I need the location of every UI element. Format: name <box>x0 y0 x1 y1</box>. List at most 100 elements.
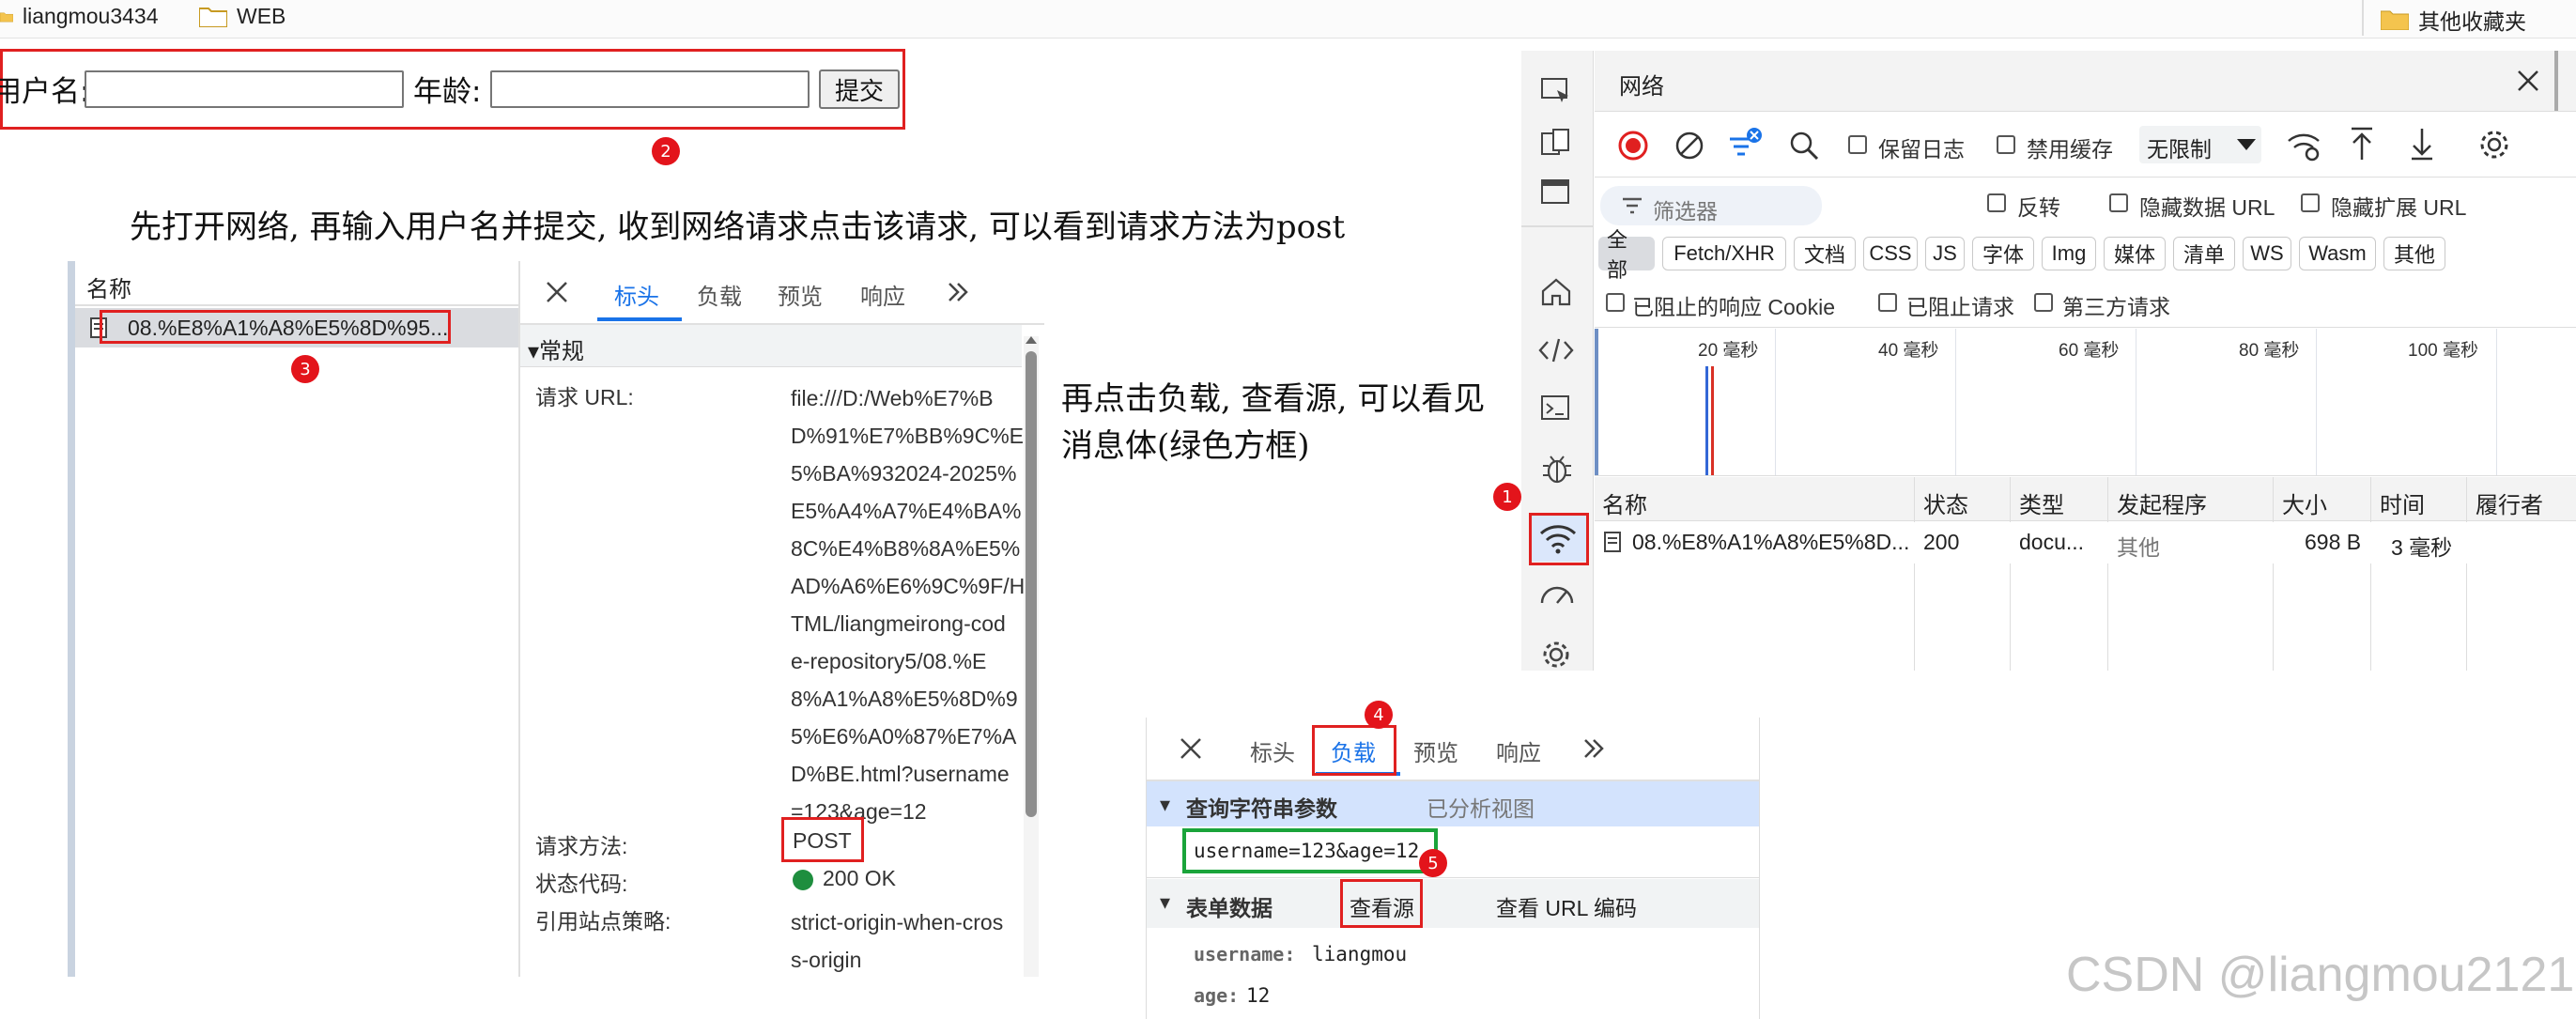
hide-data-url-label: 隐藏数据 URL <box>2139 195 2275 220</box>
age-input[interactable] <box>490 70 810 108</box>
inspect-icon[interactable] <box>1540 77 1572 105</box>
bookmark-item[interactable]: liangmou3434 <box>0 4 159 29</box>
username-input[interactable] <box>85 70 404 108</box>
bug-icon[interactable] <box>1540 453 1574 485</box>
tab-preview[interactable]: 预览 <box>778 278 823 311</box>
disable-cache-label: 禁用缓存 <box>2027 137 2113 162</box>
timeline-overview: 20 毫秒 40 毫秒 60 毫秒 80 毫秒 100 毫秒 <box>1595 329 2576 476</box>
type-chip[interactable]: Fetch/XHR <box>1662 237 1786 270</box>
record-icon[interactable] <box>1617 130 1649 162</box>
step-badge-4: 4 <box>1365 701 1393 729</box>
type-chip[interactable]: JS <box>1925 237 1965 270</box>
device-toolbar-icon[interactable] <box>1540 128 1572 158</box>
type-chip[interactable]: Wasm <box>2299 237 2376 270</box>
bookmark-item[interactable]: WEB <box>199 4 285 29</box>
submit-button[interactable]: 提交 <box>819 69 900 109</box>
settings-gear-icon[interactable] <box>1540 639 1572 671</box>
active-tab-indicator <box>597 317 682 321</box>
type-chip[interactable]: 全部 <box>1598 228 1655 282</box>
bookmarks-bar: liangmou3434 WEB 其他收藏夹 <box>0 0 2576 39</box>
column-divider <box>2370 477 2371 671</box>
timeline-tick: 40 毫秒 <box>1878 341 1939 361</box>
column-header[interactable]: 履行者 <box>2476 486 2543 519</box>
field-key: age: <box>1194 984 1240 1007</box>
tab-headers[interactable]: 标头 <box>614 278 659 311</box>
console-icon[interactable] <box>1540 394 1572 423</box>
third-party-checkbox[interactable] <box>2034 293 2053 312</box>
type-chip[interactable]: 字体 <box>1972 237 2034 270</box>
network-toolbar: 保留日志 禁用缓存 无限制 <box>1595 113 2576 178</box>
column-divider <box>2010 477 2011 671</box>
close-icon[interactable] <box>1179 736 1203 761</box>
filter-icon[interactable] <box>1726 126 1766 162</box>
preserve-log-checkbox[interactable] <box>1848 135 1867 154</box>
throttle-select[interactable]: 无限制 <box>2139 126 2261 163</box>
column-header[interactable]: 时间 <box>2380 486 2425 519</box>
username-label: 用户名: <box>0 75 90 109</box>
form-data-section-header[interactable]: ▾ 表单数据 查看源 查看 URL 编码 <box>1147 879 1759 928</box>
blocked-requests-label: 已阻止请求 <box>1906 295 2014 319</box>
age-label: 年龄: <box>413 75 482 109</box>
scrollbar[interactable] <box>1024 336 1039 977</box>
tab-payload[interactable]: 负载 <box>697 278 742 311</box>
export-har-icon[interactable] <box>2408 126 2436 162</box>
table-header <box>1595 477 2576 521</box>
blocked-cookies-checkbox[interactable] <box>1606 293 1625 312</box>
network-settings-icon[interactable] <box>2477 128 2511 162</box>
clear-icon[interactable] <box>1674 130 1705 162</box>
blocked-requests-checkbox[interactable] <box>1878 293 1897 312</box>
column-header[interactable]: 类型 <box>2019 486 2064 519</box>
tab-headers[interactable]: 标头 <box>1250 734 1295 767</box>
general-section-header[interactable]: ▾常规 <box>520 325 1022 367</box>
step-badge-3: 3 <box>291 355 319 383</box>
hide-data-url-checkbox[interactable] <box>2109 193 2128 212</box>
folder-icon <box>199 7 227 27</box>
more-tabs-icon[interactable] <box>947 282 969 302</box>
timeline-tick: 100 毫秒 <box>2408 341 2478 361</box>
network-highlight-box <box>1529 513 1589 565</box>
close-icon[interactable] <box>545 280 569 304</box>
filter-input[interactable]: 筛选器 <box>1600 186 1822 225</box>
view-url-encoded-button[interactable]: 查看 URL 编码 <box>1496 890 1637 922</box>
more-tabs-icon[interactable] <box>1582 738 1605 759</box>
close-panel-icon[interactable] <box>2515 68 2541 94</box>
type-chip[interactable]: 其他 <box>2383 237 2445 270</box>
type-chip[interactable]: 媒体 <box>2104 237 2166 270</box>
other-bookmarks[interactable]: 其他收藏夹 <box>2381 4 2526 36</box>
type-chip[interactable]: Img <box>2042 237 2096 270</box>
column-divider <box>2107 477 2108 671</box>
tab-preview[interactable]: 预览 <box>1413 734 1458 767</box>
resize-handle[interactable] <box>2554 51 2558 111</box>
type-chip[interactable]: WS <box>2243 237 2291 270</box>
network-conditions-icon[interactable] <box>2286 130 2323 162</box>
network-title-bar: 网络 <box>1595 51 2576 112</box>
scroll-up-icon[interactable] <box>1026 336 1037 344</box>
blocked-filters-row: 已阻止的响应 Cookie 已阻止请求 第三方请求 <box>1595 284 2576 328</box>
query-section-header[interactable]: ▾ 查询字符串参数 已分析视图 <box>1147 781 1759 826</box>
hide-extension-url-checkbox[interactable] <box>2301 193 2320 212</box>
timeline-tick: 20 毫秒 <box>1698 341 1759 361</box>
tab-response[interactable]: 响应 <box>860 278 905 311</box>
tab-response[interactable]: 响应 <box>1496 734 1541 767</box>
type-chip[interactable]: CSS <box>1863 237 1918 270</box>
scrollbar-thumb[interactable] <box>1026 351 1037 817</box>
parsed-view-toggle[interactable]: 已分析视图 <box>1427 791 1535 823</box>
performance-icon[interactable] <box>1538 580 1576 609</box>
search-icon[interactable] <box>1788 130 1820 162</box>
type-chip[interactable]: 文档 <box>1794 237 1856 270</box>
table-row[interactable]: 08.%E8%A1%A8%E5%8D... 200 docu... 其他 698… <box>1595 522 2576 564</box>
type-chip[interactable]: 清单 <box>2173 237 2235 270</box>
invert-checkbox[interactable] <box>1987 193 2006 212</box>
column-header[interactable]: 发起程序 <box>2117 486 2207 519</box>
sources-icon[interactable] <box>1538 336 1574 364</box>
watermark: CSDN @liangmou2121 <box>2066 948 2575 1002</box>
column-header[interactable]: 名称 <box>1602 486 1647 519</box>
column-header[interactable]: 状态 <box>1923 486 1968 519</box>
elements-panel-icon[interactable] <box>1540 178 1572 207</box>
divider <box>1521 225 1593 227</box>
column-header[interactable]: 大小 <box>2282 486 2327 519</box>
step-badge-2: 2 <box>652 137 680 165</box>
disable-cache-checkbox[interactable] <box>1997 135 2015 154</box>
import-har-icon[interactable] <box>2348 126 2376 162</box>
home-icon[interactable] <box>1540 276 1572 306</box>
